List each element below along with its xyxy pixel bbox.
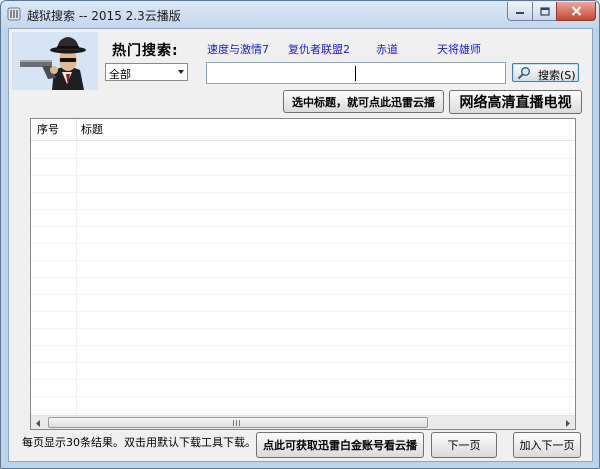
text-caret: [355, 66, 356, 81]
window-title: 越狱搜索 -- 2015 2.3云播版: [27, 9, 181, 23]
main-panel: 热门搜索: 速度与激情7 复仇者联盟2 赤道 天将雄师 全部 搜索(S) 选中标…: [8, 28, 593, 462]
chevron-left-icon: [36, 419, 40, 427]
status-text: 每页显示30条结果。双击用默认下载工具下载。: [22, 436, 256, 449]
logo-panel: [12, 32, 98, 90]
results-table[interactable]: 序号 标题: [30, 118, 576, 430]
column-header-number[interactable]: 序号: [31, 119, 77, 141]
maximize-icon: [539, 6, 550, 16]
column-divider: [76, 142, 77, 415]
category-select-value: 全部: [109, 68, 131, 81]
hot-search-link[interactable]: 赤道: [376, 41, 398, 57]
close-icon: [571, 6, 581, 16]
category-select[interactable]: 全部: [105, 63, 188, 81]
minimize-button[interactable]: [507, 2, 533, 21]
chevron-right-icon: [566, 419, 570, 427]
get-vip-account-button[interactable]: 点此可获取迅雷白金账号看云播: [256, 432, 424, 458]
maximize-button[interactable]: [532, 2, 557, 21]
next-page-button[interactable]: 下一页: [431, 432, 497, 458]
table-body[interactable]: [31, 142, 575, 415]
search-button-label: 搜索(S): [538, 69, 576, 82]
grip-icon: [233, 420, 242, 426]
title-bar[interactable]: 越狱搜索 -- 2015 2.3云播版: [1, 1, 599, 28]
close-button[interactable]: [556, 2, 596, 21]
scroll-left-button[interactable]: [31, 416, 45, 430]
minimize-icon: [516, 12, 524, 14]
add-next-page-button[interactable]: 加入下一页: [513, 432, 581, 458]
hot-search-link[interactable]: 复仇者联盟2: [288, 41, 350, 57]
chevron-down-icon: [178, 70, 184, 74]
column-header-title[interactable]: 标题: [77, 119, 377, 141]
search-input[interactable]: [206, 62, 506, 84]
app-icon: [7, 7, 21, 21]
hot-search-link[interactable]: 速度与激情7: [207, 41, 269, 57]
search-button[interactable]: 搜索(S): [512, 63, 579, 82]
detective-with-gun-logo: [20, 37, 86, 90]
hot-search-link[interactable]: 天将雄师: [437, 41, 481, 57]
hot-search-label: 热门搜索:: [112, 43, 179, 59]
scroll-right-button[interactable]: [561, 416, 575, 430]
app-window: 越狱搜索 -- 2015 2.3云播版 热门搜索: 速度与激情7 复仇者联盟2 …: [0, 0, 600, 469]
cloud-play-selected-button[interactable]: 选中标题，就可点此迅雷云播: [283, 90, 444, 113]
horizontal-scrollbar[interactable]: [31, 415, 575, 429]
table-header: 序号 标题: [31, 119, 575, 141]
live-tv-button[interactable]: 网络高清直播电视: [449, 90, 582, 114]
scrollbar-thumb[interactable]: [48, 417, 428, 428]
magnifier-icon: [517, 67, 530, 80]
